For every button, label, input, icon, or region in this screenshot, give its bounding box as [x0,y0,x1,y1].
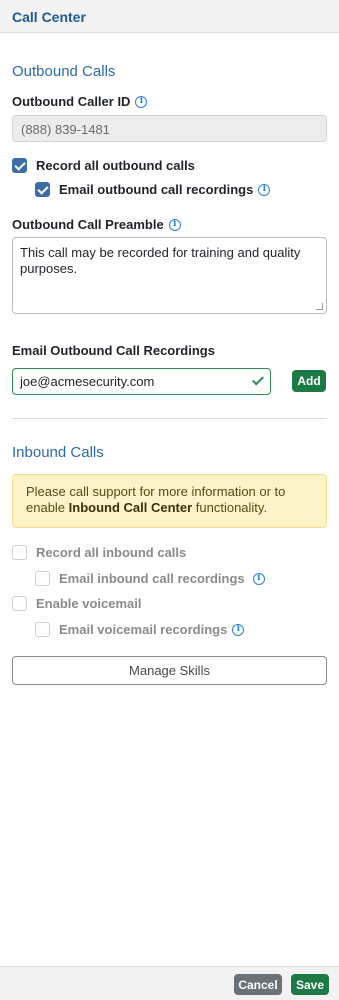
email-outbound-row[interactable]: Email outbound call recordings i [35,182,271,197]
email-inbound-checkbox [35,571,50,586]
inbound-section-title: Inbound Calls [12,444,104,461]
record-outbound-checkbox[interactable] [12,158,27,173]
email-outbound-checkbox[interactable] [35,182,50,197]
checkmark-icon [251,373,265,386]
manage-skills-button[interactable]: Manage Skills [12,656,327,685]
preamble-label: Outbound Call Preamble i [12,217,181,232]
record-outbound-row[interactable]: Record all outbound calls [12,158,195,173]
record-inbound-checkbox [12,545,27,560]
info-icon[interactable]: i [232,623,245,636]
alert-highlight: Inbound Call Center [68,500,193,515]
voicemail-label: Enable voicemail [36,596,142,611]
save-button[interactable]: Save [291,974,329,995]
record-inbound-label: Record all inbound calls [36,545,187,560]
email-inbound-label: Email inbound call recordings [59,571,245,586]
add-email-button[interactable]: Add [292,370,326,392]
email-inbound-row: Email inbound call recordings i [35,571,265,586]
info-icon[interactable]: i [258,183,271,196]
caller-id-field: (888) 839-1481 [12,115,327,142]
panel-header: Call Center [0,0,339,33]
outbound-section-title: Outbound Calls [12,63,116,80]
voicemail-checkbox [12,596,27,611]
email-outbound-label: Email outbound call recordings [59,182,254,197]
email-input[interactable]: joe@acmesecurity.com [12,368,271,395]
record-outbound-label: Record all outbound calls [36,158,195,173]
email-voicemail-checkbox [35,622,50,637]
email-voicemail-row: Email voicemail recordings i [35,622,245,637]
resize-handle-icon[interactable] [316,303,323,310]
info-icon[interactable]: i [135,95,148,108]
caller-id-label: Outbound Caller ID i [12,94,148,109]
section-divider [12,418,327,419]
info-icon[interactable]: i [168,218,181,231]
inbound-alert: Please call support for more information… [12,474,327,528]
record-inbound-row: Record all inbound calls [12,545,186,560]
cancel-button[interactable]: Cancel [234,974,282,995]
voicemail-row: Enable voicemail [12,596,142,611]
info-icon[interactable]: i [252,572,265,585]
email-recordings-label: Email Outbound Call Recordings [12,343,215,358]
panel-title: Call Center [12,9,86,25]
panel-footer: Cancel Save [0,966,339,1000]
preamble-textarea[interactable]: This call may be recorded for training a… [12,237,327,314]
email-voicemail-label: Email voicemail recordings [59,622,228,637]
